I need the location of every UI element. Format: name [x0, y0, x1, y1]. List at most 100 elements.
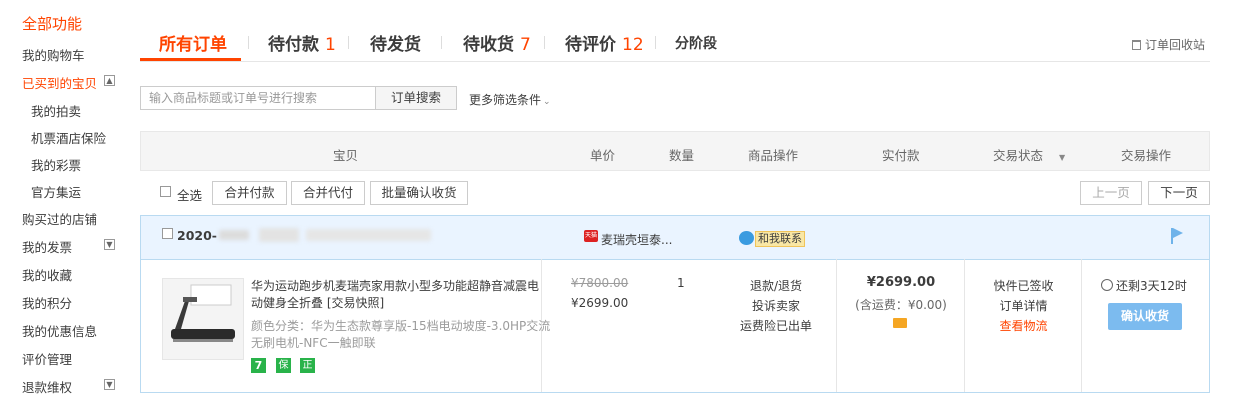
tab-separator [441, 36, 442, 49]
expand-down-icon[interactable]: ▼ [104, 379, 115, 390]
sidebar-item-auction[interactable]: 我的拍卖 [31, 101, 81, 120]
sidebar-title[interactable]: 全部功能 [22, 13, 82, 34]
redacted-order-no [306, 229, 431, 241]
tab-divider [140, 61, 1210, 62]
sidebar-item-coupons[interactable]: 我的优惠信息 [22, 321, 97, 340]
treadmill-image [171, 284, 235, 342]
remaining-time-text: 还剩3天12时 [1116, 279, 1187, 293]
sidebar-item-reviews[interactable]: 评价管理 [22, 349, 72, 368]
product-title-link[interactable]: 华为运动跑步机麦瑞壳家用款小型多功能超静音减震电 动健身全折叠 [交易快照] [251, 278, 551, 312]
guarantee-icon[interactable]: 保 [276, 358, 291, 373]
tab-separator [248, 36, 249, 49]
header-item: 宝贝 [333, 148, 359, 163]
genuine-icon[interactable]: 正 [300, 358, 315, 373]
header-status[interactable]: 交易状态 ▼ [993, 145, 1065, 164]
sidebar-item-travel[interactable]: 机票酒店保险 [31, 128, 106, 147]
sidebar-item-refund[interactable]: 退款维权 [22, 377, 72, 396]
collapse-up-icon[interactable]: ▲ [104, 75, 115, 86]
caret-down-icon: ▼ [1059, 153, 1066, 162]
order-date: 2020- [177, 228, 217, 243]
header-quantity: 数量 [669, 148, 695, 163]
header-status-label: 交易状态 [993, 148, 1044, 163]
sidebar-item-bought[interactable]: 已买到的宝贝 [22, 73, 97, 92]
sku-line: 无刷电机-NFC一触即联 [251, 336, 376, 350]
sidebar-item-cart[interactable]: 我的购物车 [22, 45, 85, 64]
order-search-button[interactable]: 订单搜索 [375, 86, 457, 110]
product-title-line: 华为运动跑步机麦瑞壳家用款小型多功能超静音减震电 [251, 279, 540, 293]
sidebar-item-points[interactable]: 我的积分 [22, 293, 72, 312]
product-title-line: 动健身全折叠 [交易快照] [251, 296, 385, 310]
product-sku: 颜色分类：华为生态款尊享版-15档电动坡度-3.0HP交流 无刷电机-NFC一触… [251, 318, 551, 352]
sku-line: 颜色分类：华为生态款尊享版-15档电动坡度-3.0HP交流 [251, 319, 551, 333]
tab-label: 待评价 [565, 35, 616, 55]
tab-count: 12 [622, 35, 644, 55]
payment-card-icon [893, 318, 907, 328]
header-unit-price: 单价 [590, 148, 616, 163]
product-thumbnail[interactable] [162, 278, 244, 360]
paid-amount: ¥2699.00 [866, 275, 936, 290]
order-detail-link[interactable]: 订单详情 [966, 296, 1081, 316]
redacted-order-no [259, 228, 299, 242]
refund-link[interactable]: 退款/退货 [721, 276, 831, 296]
flag-icon-shape [1173, 228, 1183, 238]
order-checkbox[interactable] [162, 228, 173, 239]
complain-seller-link[interactable]: 投诉卖家 [721, 296, 831, 316]
more-filters-label: 更多筛选条件 [469, 93, 542, 107]
sidebar-item-favorites[interactable]: 我的收藏 [22, 265, 72, 284]
header-item-ops: 商品操作 [748, 148, 799, 163]
tab-separator [544, 36, 545, 49]
prev-page-button[interactable]: 上一页 [1080, 181, 1142, 205]
merge-proxy-pay-button[interactable]: 合并代付 [291, 181, 365, 205]
expand-down-icon[interactable]: ▼ [104, 239, 115, 250]
timer-icon [1101, 279, 1113, 291]
view-logistics-link[interactable]: 查看物流 [966, 316, 1081, 336]
next-page-button[interactable]: 下一页 [1148, 181, 1210, 205]
trash-icon [1132, 40, 1141, 50]
header-paid: 实付款 [882, 148, 920, 163]
tab-pending-shipment[interactable]: 待发货 [370, 30, 421, 55]
contact-seller-button[interactable]: 和我联系 [755, 231, 805, 247]
select-all-label: 全选 [177, 188, 203, 203]
tab-label: 待付款 [268, 35, 319, 55]
shop-name-link[interactable]: 麦瑞壳垣泰... [601, 231, 672, 248]
tab-label: 待发货 [370, 35, 421, 55]
quantity: 1 [677, 276, 685, 290]
tab-pending-receipt[interactable]: 待收货 7 [463, 30, 531, 55]
select-all-checkbox[interactable] [160, 186, 171, 197]
order-card: 2020- 天猫 麦瑞壳垣泰... 和我联系 华为运动跑步机麦瑞壳家用款小型多功… [140, 215, 1210, 393]
column-divider [1081, 259, 1082, 392]
batch-confirm-receipt-button[interactable]: 批量确认收货 [370, 181, 468, 205]
order-header: 2020- 天猫 麦瑞壳垣泰... 和我联系 [141, 216, 1209, 260]
seven-day-return-icon[interactable]: 7 [251, 358, 266, 373]
sidebar-item-invoice[interactable]: 我的发票 [22, 237, 72, 256]
shipping-fee: (含运费：¥0.00) [855, 298, 947, 312]
recycle-label: 订单回收站 [1145, 38, 1206, 52]
tab-pending-payment[interactable]: 待付款 1 [268, 30, 336, 55]
remaining-time: 还剩3天12时 [1101, 277, 1187, 294]
tab-label: 所有订单 [159, 35, 227, 55]
more-filters-link[interactable]: 更多筛选条件 ⌄ [469, 91, 551, 108]
order-search-input[interactable]: 输入商品标题或订单号进行搜索 [140, 86, 376, 110]
confirm-receipt-button[interactable]: 确认收货 [1108, 303, 1182, 330]
original-price: ¥7800.00 [571, 276, 629, 290]
tab-separator [655, 36, 656, 49]
order-status: 快件已签收 订单详情 查看物流 [966, 276, 1081, 336]
tab-label: 分阶段 [675, 36, 717, 52]
redacted-date [219, 230, 249, 240]
tab-count: 7 [520, 35, 531, 55]
tab-separator [348, 36, 349, 49]
sidebar-item-lottery[interactable]: 我的彩票 [31, 155, 81, 174]
chevron-down-icon: ⌄ [543, 97, 551, 107]
order-recycle-bin-link[interactable]: 订单回收站 [1132, 36, 1205, 53]
status-text: 快件已签收 [993, 279, 1054, 293]
tab-pending-review[interactable]: 待评价 12 [565, 30, 644, 55]
sidebar-item-shipping[interactable]: 官方集运 [31, 182, 81, 201]
tab-all-orders[interactable]: 所有订单 [159, 30, 227, 55]
tab-label: 待收货 [463, 35, 514, 55]
sidebar-item-shops[interactable]: 购买过的店铺 [22, 209, 97, 228]
tab-installment[interactable]: 分阶段 [675, 33, 717, 53]
item-operations: 退款/退货 投诉卖家 运费险已出单 [721, 276, 831, 336]
shipping-insurance-link[interactable]: 运费险已出单 [721, 316, 831, 336]
table-header: 宝贝 单价 数量 商品操作 实付款 交易状态 ▼ 交易操作 [140, 131, 1210, 171]
merge-pay-button[interactable]: 合并付款 [212, 181, 287, 205]
